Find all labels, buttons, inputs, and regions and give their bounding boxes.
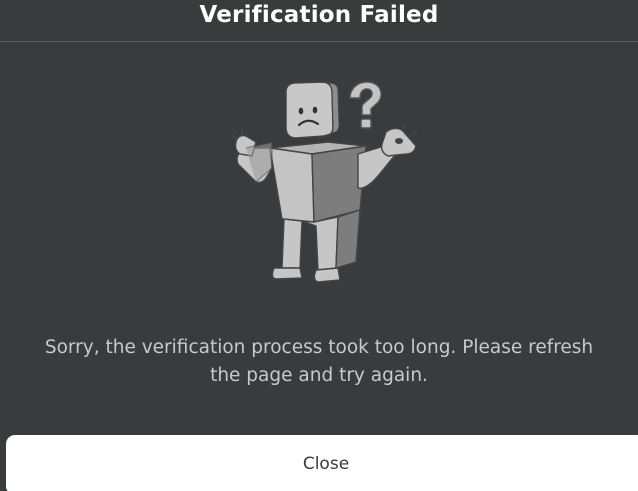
question-mark-icon (349, 81, 382, 129)
torso (269, 141, 367, 223)
error-message: Sorry, the verification process took too… (44, 337, 594, 386)
modal-title: Verification Failed (199, 2, 439, 28)
head (285, 81, 340, 139)
verification-failed-modal: Verification Failed Sorry, the verificat… (0, 0, 638, 491)
confused-robloxian-icon (231, 81, 417, 283)
left-arm (231, 127, 273, 184)
modal-header: Verification Failed (0, 0, 638, 42)
right-arm (357, 123, 417, 189)
close-button[interactable]: Close (6, 435, 638, 491)
